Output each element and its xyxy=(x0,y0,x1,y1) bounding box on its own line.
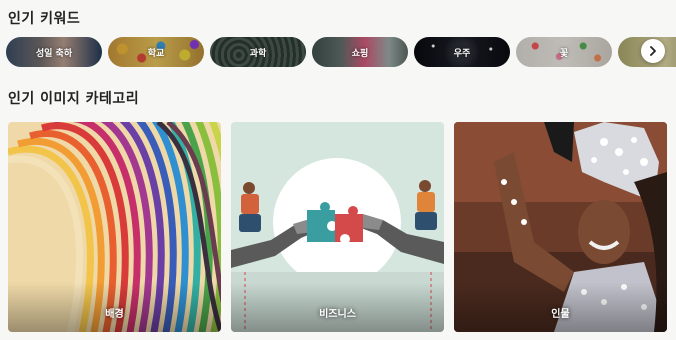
category-card-business[interactable]: 비즈니스 xyxy=(231,122,444,332)
category-card-label: 배경 xyxy=(105,309,124,320)
chevron-right-icon xyxy=(650,46,656,56)
keyword-chip-label: 학교 xyxy=(147,48,165,59)
popular-categories-title: 인기 이미지 카테고리 xyxy=(8,91,140,107)
keyword-carousel: 성일 축하 학교 과학 쇼핑 우주 꽃 xyxy=(6,37,676,67)
popular-keywords-title: 인기 키워드 xyxy=(8,11,81,27)
category-card-label: 비즈니스 xyxy=(319,309,356,320)
keyword-chip-label: 성일 축하 xyxy=(35,48,73,59)
category-card-people[interactable]: 인물 xyxy=(454,122,667,332)
keyword-chip-label: 쇼핑 xyxy=(351,48,369,59)
keyword-chip-science[interactable]: 과학 xyxy=(210,37,306,67)
keyword-chip-school[interactable]: 학교 xyxy=(108,37,204,67)
keyword-chip-shopping[interactable]: 쇼핑 xyxy=(312,37,408,67)
keyword-chip-space[interactable]: 우주 xyxy=(414,37,510,67)
keyword-chip-label: 과학 xyxy=(249,48,267,59)
keyword-chip-label: 우주 xyxy=(453,48,471,59)
keyword-chip-birthday[interactable]: 성일 축하 xyxy=(6,37,102,67)
category-card-label: 인물 xyxy=(551,309,570,320)
category-card-background[interactable]: 배경 xyxy=(8,122,221,332)
keyword-chip-flower[interactable]: 꽃 xyxy=(516,37,612,67)
carousel-next-button[interactable] xyxy=(641,39,665,63)
keyword-chip-label: 꽃 xyxy=(559,48,569,59)
